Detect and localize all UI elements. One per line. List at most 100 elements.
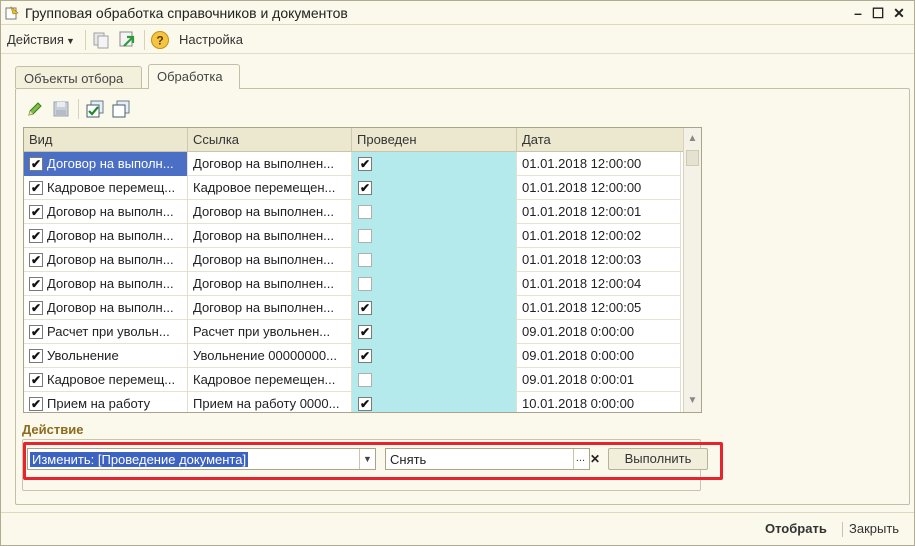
row-checkbox[interactable]: ✔	[29, 229, 43, 243]
table-row[interactable]: ✔ Договор на выполн... Договор на выполнен…	[24, 272, 681, 296]
minimize-button[interactable]: –	[847, 3, 869, 23]
cell-date[interactable]: 01.01.2018 12:00:02	[517, 224, 681, 248]
cell-ref[interactable]: Договор на выполнен...	[188, 272, 352, 296]
row-checkbox[interactable]: ✔	[29, 157, 43, 171]
table-row[interactable]: ✔ Кадровое перемещ... Кадровое перемещен..…	[24, 176, 681, 200]
tab-processing[interactable]: Обработка	[148, 64, 240, 89]
cell-date[interactable]: 01.01.2018 12:00:03	[517, 248, 681, 272]
close-button[interactable]: Закрыть	[849, 521, 899, 536]
cell-kind[interactable]: ✔ Увольнение	[24, 344, 188, 368]
cell-kind[interactable]: ✔ Договор на выполн...	[24, 272, 188, 296]
row-checkbox[interactable]: ✔	[29, 205, 43, 219]
posted-checkbox[interactable]	[358, 253, 372, 267]
scroll-down-icon[interactable]: ▼	[686, 394, 699, 408]
table-row[interactable]: ✔ Договор на выполн... Договор на выполнен…	[24, 248, 681, 272]
copy-doc-icon[interactable]	[91, 30, 111, 50]
cell-date[interactable]: 01.01.2018 12:00:00	[517, 176, 681, 200]
cell-ref[interactable]: Увольнение 00000000...	[188, 344, 352, 368]
cell-posted[interactable]	[352, 368, 517, 392]
cell-ref[interactable]: Кадровое перемещен...	[188, 368, 352, 392]
cell-kind[interactable]: ✔ Договор на выполн...	[24, 248, 188, 272]
posted-checkbox[interactable]	[358, 205, 372, 219]
posted-checkbox[interactable]: ✔	[358, 325, 372, 339]
posted-checkbox[interactable]	[358, 229, 372, 243]
cell-posted[interactable]	[352, 272, 517, 296]
column-header-ref[interactable]: Ссылка	[188, 128, 352, 152]
cell-ref[interactable]: Договор на выполнен...	[188, 224, 352, 248]
cell-posted[interactable]: ✔	[352, 320, 517, 344]
cell-posted[interactable]: ✔	[352, 344, 517, 368]
column-header-kind[interactable]: Вид	[24, 128, 188, 152]
select-ellipsis-icon[interactable]: ...	[573, 449, 587, 469]
row-checkbox[interactable]: ✔	[29, 181, 43, 195]
vertical-scrollbar[interactable]: ▲ ▼	[683, 128, 701, 412]
chevron-down-icon[interactable]: ▼	[359, 449, 375, 469]
posted-checkbox[interactable]: ✔	[358, 157, 372, 171]
column-header-date[interactable]: Дата	[517, 128, 683, 152]
cell-kind[interactable]: ✔ Расчет при увольн...	[24, 320, 188, 344]
cell-kind[interactable]: ✔ Договор на выполн...	[24, 224, 188, 248]
cell-ref[interactable]: Расчет при увольнен...	[188, 320, 352, 344]
cell-posted[interactable]: ✔	[352, 392, 517, 412]
posted-checkbox[interactable]: ✔	[358, 349, 372, 363]
table-row[interactable]: ✔ Кадровое перемещ... Кадровое перемещен..…	[24, 368, 681, 392]
help-icon[interactable]: ?	[150, 30, 170, 50]
cell-posted[interactable]: ✔	[352, 176, 517, 200]
cell-kind[interactable]: ✔ Прием на работу	[24, 392, 188, 412]
settings-button[interactable]: Настройка	[179, 32, 243, 47]
cell-ref[interactable]: Договор на выполнен...	[188, 200, 352, 224]
save-disk-icon[interactable]	[51, 99, 71, 119]
row-checkbox[interactable]: ✔	[29, 301, 43, 315]
close-window-button[interactable]: ✕	[888, 3, 910, 23]
cell-kind[interactable]: ✔ Договор на выполн...	[24, 152, 188, 176]
table-row[interactable]: ✔ Договор на выполн... Договор на выполнен…	[24, 224, 681, 248]
uncheck-all-icon[interactable]	[111, 99, 131, 119]
cell-date[interactable]: 01.01.2018 12:00:05	[517, 296, 681, 320]
cell-posted[interactable]	[352, 248, 517, 272]
cell-date[interactable]: 01.01.2018 12:00:01	[517, 200, 681, 224]
check-all-icon[interactable]	[85, 99, 105, 119]
select-button[interactable]: Отобрать	[765, 521, 827, 536]
table-row[interactable]: ✔ Договор на выполн... Договор на выполнен…	[24, 296, 681, 320]
cell-date[interactable]: 09.01.2018 0:00:00	[517, 344, 681, 368]
row-checkbox[interactable]: ✔	[29, 349, 43, 363]
cell-ref[interactable]: Кадровое перемещен...	[188, 176, 352, 200]
cell-ref[interactable]: Договор на выполнен...	[188, 296, 352, 320]
export-doc-icon[interactable]	[117, 30, 137, 50]
cell-ref[interactable]: Договор на выполнен...	[188, 248, 352, 272]
maximize-button[interactable]: ☐	[867, 3, 889, 23]
table-row[interactable]: ✔ Прием на работу Прием на работу 0000... ✔…	[24, 392, 681, 412]
cell-kind[interactable]: ✔ Кадровое перемещ...	[24, 176, 188, 200]
cell-date[interactable]: 01.01.2018 12:00:04	[517, 272, 681, 296]
posted-checkbox[interactable]: ✔	[358, 397, 372, 411]
edit-pencil-icon[interactable]	[25, 99, 45, 119]
cell-date[interactable]: 10.01.2018 0:00:00	[517, 392, 681, 412]
run-button[interactable]: Выполнить	[608, 448, 708, 470]
column-header-posted[interactable]: Проведен	[352, 128, 517, 152]
table-row[interactable]: ✔ Договор на выполн... Договор на выполнен…	[24, 152, 681, 176]
cell-posted[interactable]: ✔	[352, 152, 517, 176]
cell-ref[interactable]: Договор на выполнен...	[188, 152, 352, 176]
posted-checkbox[interactable]: ✔	[358, 301, 372, 315]
cell-kind[interactable]: ✔ Кадровое перемещ...	[24, 368, 188, 392]
table-row[interactable]: ✔ Расчет при увольн... Расчет при увольнен…	[24, 320, 681, 344]
cell-kind[interactable]: ✔ Договор на выполн...	[24, 200, 188, 224]
actions-menu[interactable]: Действия ▼	[7, 32, 75, 47]
cell-date[interactable]: 09.01.2018 0:00:01	[517, 368, 681, 392]
posted-checkbox[interactable]: ✔	[358, 181, 372, 195]
cell-kind[interactable]: ✔ Договор на выполн...	[24, 296, 188, 320]
table-row[interactable]: ✔ Договор на выполн... Договор на выполнен…	[24, 200, 681, 224]
value-field[interactable]: Снять ...	[385, 448, 590, 470]
cell-posted[interactable]	[352, 200, 517, 224]
row-checkbox[interactable]: ✔	[29, 373, 43, 387]
row-checkbox[interactable]: ✔	[29, 397, 43, 411]
tab-selection-objects[interactable]: Объекты отбора	[15, 66, 142, 88]
posted-checkbox[interactable]	[358, 373, 372, 387]
posted-checkbox[interactable]	[358, 277, 372, 291]
action-combo[interactable]: Изменить: [Проведение документа] ▼	[27, 448, 376, 470]
cell-ref[interactable]: Прием на работу 0000...	[188, 392, 352, 412]
table-row[interactable]: ✔ Увольнение Увольнение 00000000... ✔ 09.01.…	[24, 344, 681, 368]
scroll-thumb[interactable]	[686, 150, 699, 166]
cell-posted[interactable]: ✔	[352, 296, 517, 320]
cell-posted[interactable]	[352, 224, 517, 248]
